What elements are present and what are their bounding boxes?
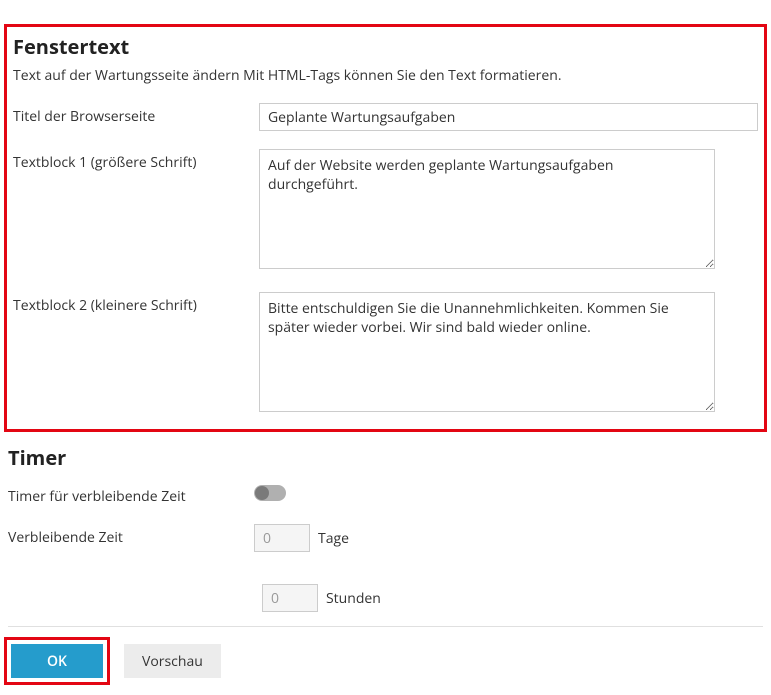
fenstertext-heading: Fenstertext — [13, 33, 758, 60]
ok-button[interactable]: OK — [11, 644, 103, 678]
hours-input[interactable] — [262, 584, 318, 612]
browser-title-row: Titel der Browserseite — [13, 103, 758, 131]
ok-button-highlight: OK — [4, 637, 110, 685]
textblock1-row: Textblock 1 (größere Schrift) — [13, 149, 758, 274]
textblock1-label: Textblock 1 (größere Schrift) — [13, 149, 259, 172]
days-input[interactable] — [254, 524, 310, 552]
hours-row: Stunden — [262, 584, 763, 612]
textblock2-label: Textblock 2 (kleinere Schrift) — [13, 292, 259, 315]
textblock2-row: Textblock 2 (kleinere Schrift) — [13, 292, 758, 417]
hours-unit: Stunden — [326, 589, 381, 608]
textblock2-textarea[interactable] — [259, 292, 715, 412]
fenstertext-section-highlight: Fenstertext Text auf der Wartungsseite ä… — [4, 24, 767, 432]
remaining-time-row: Verbleibende Zeit Tage — [8, 524, 763, 566]
fenstertext-description: Text auf der Wartungsseite ändern Mit HT… — [13, 66, 758, 85]
button-row: OK Vorschau — [0, 637, 771, 695]
timer-toggle-knob — [255, 486, 269, 500]
timer-toggle-label: Timer für verbleibende Zeit — [8, 483, 254, 506]
browser-title-input[interactable] — [259, 103, 758, 131]
preview-button[interactable]: Vorschau — [124, 644, 221, 678]
timer-toggle-row: Timer für verbleibende Zeit — [8, 483, 763, 506]
browser-title-label: Titel der Browserseite — [13, 103, 259, 126]
textblock1-textarea[interactable] — [259, 149, 715, 269]
timer-section: Timer Timer für verbleibende Zeit Verble… — [0, 438, 771, 612]
timer-heading: Timer — [8, 444, 763, 471]
remaining-time-label: Verbleibende Zeit — [8, 524, 254, 547]
timer-toggle[interactable] — [254, 485, 286, 501]
days-unit: Tage — [318, 529, 349, 548]
divider — [8, 626, 763, 627]
